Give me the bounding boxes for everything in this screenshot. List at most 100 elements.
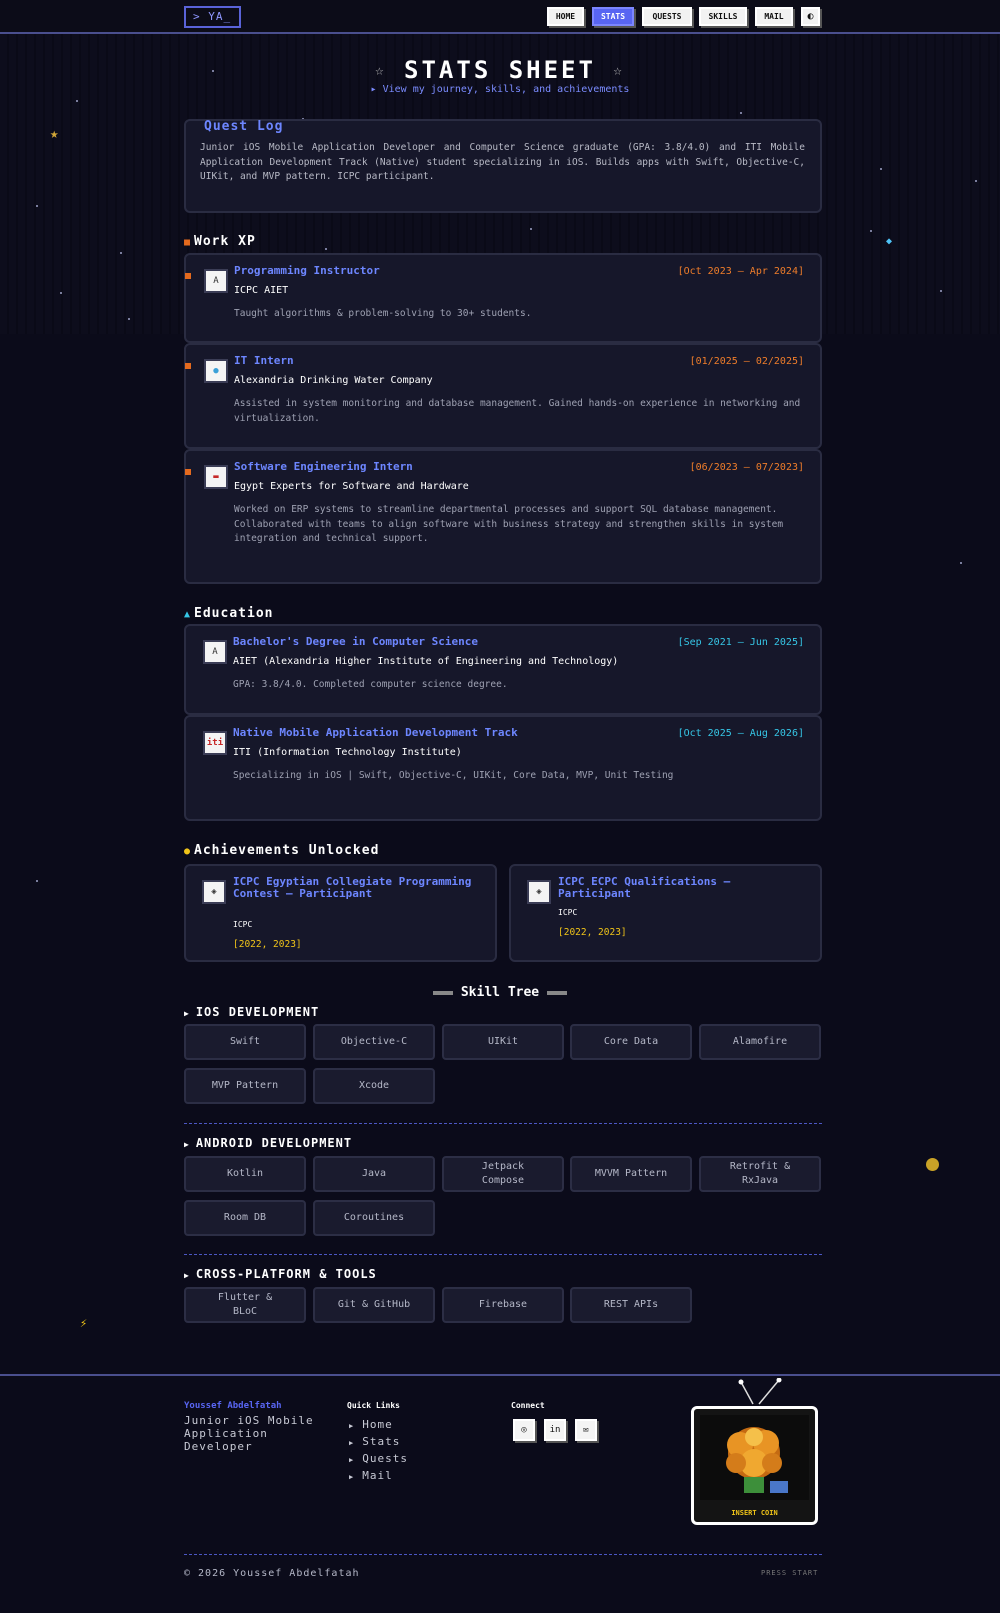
education-org: AIET (Alexandria Higher Institute of Eng… <box>233 656 619 667</box>
bullet-icon <box>185 273 191 279</box>
star-dot <box>870 230 872 232</box>
footer-link-label: Mail <box>362 1469 393 1482</box>
page-title-text: STATS SHEET <box>404 56 596 84</box>
footer-link-stats[interactable]: ▶ Stats <box>349 1435 400 1448</box>
work-org: Egypt Experts for Software and Hardware <box>234 481 469 492</box>
achievement-title: ICPC Egyptian Collegiate Programming Con… <box>233 875 472 900</box>
work-desc: Taught algorithms & problem-solving to 3… <box>234 308 532 319</box>
antenna-icon <box>738 1378 782 1405</box>
work-date: [06/2023 – 07/2023] <box>689 462 804 473</box>
divider-bar <box>432 990 453 995</box>
work-org: ICPC AIET <box>234 285 289 296</box>
work-date: [01/2025 – 02/2025] <box>689 356 804 367</box>
nav-stats[interactable]: STATS <box>592 7 634 26</box>
achievement-card: ◈ ICPC ECPC Qualifications – Participant… <box>509 864 822 962</box>
moon-icon[interactable]: ◐ <box>801 7 820 26</box>
achievements-title-text: Achievements Unlocked <box>194 843 380 858</box>
work-date: [Oct 2023 – Apr 2024] <box>677 266 804 277</box>
education-date: [Sep 2021 – Jun 2025] <box>677 637 804 648</box>
play-arrow-icon: ▶ <box>349 1422 355 1430</box>
work-title: Programming Instructor <box>234 264 380 277</box>
footer-name: Youssef Abdelfatah <box>184 1401 282 1411</box>
education-title: Bachelor's Degree in Computer Science <box>233 635 479 648</box>
play-arrow-icon: ▶ <box>349 1439 355 1447</box>
top-nav: > YA_ HOME STATS QUESTS SKILLS MAIL ◐ <box>0 0 1000 34</box>
skill-chip: Coroutines <box>313 1200 435 1236</box>
linkedin-icon[interactable]: in <box>544 1419 566 1441</box>
quick-links-title: Quick Links <box>347 1401 400 1410</box>
star-dot <box>960 562 962 564</box>
education-section-title: ▲ Education <box>184 606 273 621</box>
star-dot <box>530 228 532 230</box>
skill-category-name: ANDROID DEVELOPMENT <box>195 1136 353 1150</box>
footer-link-label: Home <box>362 1418 393 1431</box>
education-date: [Oct 2025 – Aug 2026] <box>677 728 804 739</box>
achievement-org: ICPC <box>558 908 578 917</box>
achievement-title: ICPC ECPC Qualifications – Participant <box>558 875 731 900</box>
github-icon[interactable]: ◎ <box>513 1419 535 1441</box>
quest-log-text: Junior iOS Mobile Application Developer … <box>200 142 805 182</box>
nav-home[interactable]: HOME <box>547 7 584 26</box>
nav-skills[interactable]: SKILLS <box>699 7 747 26</box>
connect-title: Connect <box>511 1401 545 1410</box>
education-entry: iti Native Mobile Application Developmen… <box>184 715 822 821</box>
skill-chip: Kotlin <box>184 1156 306 1192</box>
footer-link-mail[interactable]: ▶ Mail <box>349 1469 393 1482</box>
mail-icon[interactable]: ✉ <box>575 1419 597 1441</box>
education-org: ITI (Information Technology Institute) <box>233 747 462 758</box>
footer-link-quests[interactable]: ▶ Quests <box>349 1452 408 1465</box>
work-entry: ▬ Software Engineering Intern [06/2023 –… <box>184 449 822 584</box>
footer-border <box>0 1374 1000 1376</box>
skill-chip: Flutter & BLoC <box>184 1287 306 1323</box>
work-title-text: Work XP <box>194 234 256 249</box>
arcade-cabinet[interactable]: INSERT COIN <box>691 1406 818 1525</box>
star-dot <box>36 205 38 207</box>
skill-chip: Firebase <box>442 1287 564 1323</box>
achievements-section-title: ● Achievements Unlocked <box>184 843 379 858</box>
iti-logo-icon: iti <box>203 731 227 755</box>
skill-chip: Core Data <box>570 1024 692 1060</box>
skill-tree-title: Skill Tree <box>0 985 1000 1000</box>
play-arrow-icon: ▶ <box>184 1009 190 1018</box>
footer-divider <box>184 1554 822 1555</box>
star-dot <box>975 180 977 182</box>
category-divider <box>184 1254 822 1255</box>
icpc-logo-icon: ◈ <box>527 880 551 904</box>
work-title: IT Intern <box>234 354 294 367</box>
nav-quests[interactable]: QUESTS <box>642 7 692 26</box>
aiet-logo-icon: A <box>203 640 227 664</box>
footer-role: Junior iOS Mobile Application Developer <box>184 1414 314 1453</box>
skill-chip: Java <box>313 1156 435 1192</box>
star-dot <box>120 252 122 254</box>
achievement-org: ICPC <box>233 920 253 929</box>
coin-icon <box>926 1158 939 1171</box>
page-title: ☆ STATS SHEET ☆ <box>0 56 1000 84</box>
footer-link-home[interactable]: ▶ Home <box>349 1418 393 1431</box>
skill-chip: Objective-C <box>313 1024 435 1060</box>
work-entry: A Programming Instructor [Oct 2023 – Apr… <box>184 253 822 343</box>
skill-chip: REST APIs <box>570 1287 692 1323</box>
divider-bar <box>547 990 568 995</box>
star-dot <box>60 292 62 294</box>
logo[interactable]: > YA_ <box>184 6 241 28</box>
skill-chip: MVVM Pattern <box>570 1156 692 1192</box>
star-dot <box>325 248 327 250</box>
gem-icon: ◆ <box>886 236 893 247</box>
sparkle-icon: ☆ <box>375 63 387 79</box>
nav-mail[interactable]: MAIL <box>755 7 793 26</box>
skill-chip: MVP Pattern <box>184 1068 306 1104</box>
work-desc: Worked on ERP systems to streamline depa… <box>234 504 784 544</box>
achievement-date: [2022, 2023] <box>233 939 302 950</box>
graduation-cap-icon: ▲ <box>184 609 192 620</box>
skill-chip: Retrofit & RxJava <box>699 1156 821 1192</box>
education-desc: GPA: 3.8/4.0. Completed computer science… <box>233 679 508 690</box>
copyright: © 2026 Youssef Abdelfatah <box>184 1568 360 1579</box>
work-section-title: ■ Work XP <box>184 234 256 249</box>
star-dot <box>36 880 38 882</box>
skill-chip: Jetpack Compose <box>442 1156 564 1192</box>
play-arrow-icon: ▶ <box>349 1473 355 1481</box>
sun-icon: ● <box>184 846 192 857</box>
education-desc: Specializing in iOS | Swift, Objective-C… <box>233 770 674 781</box>
bullet-icon <box>185 469 191 475</box>
work-entry: ● IT Intern [01/2025 – 02/2025] Alexandr… <box>184 343 822 449</box>
